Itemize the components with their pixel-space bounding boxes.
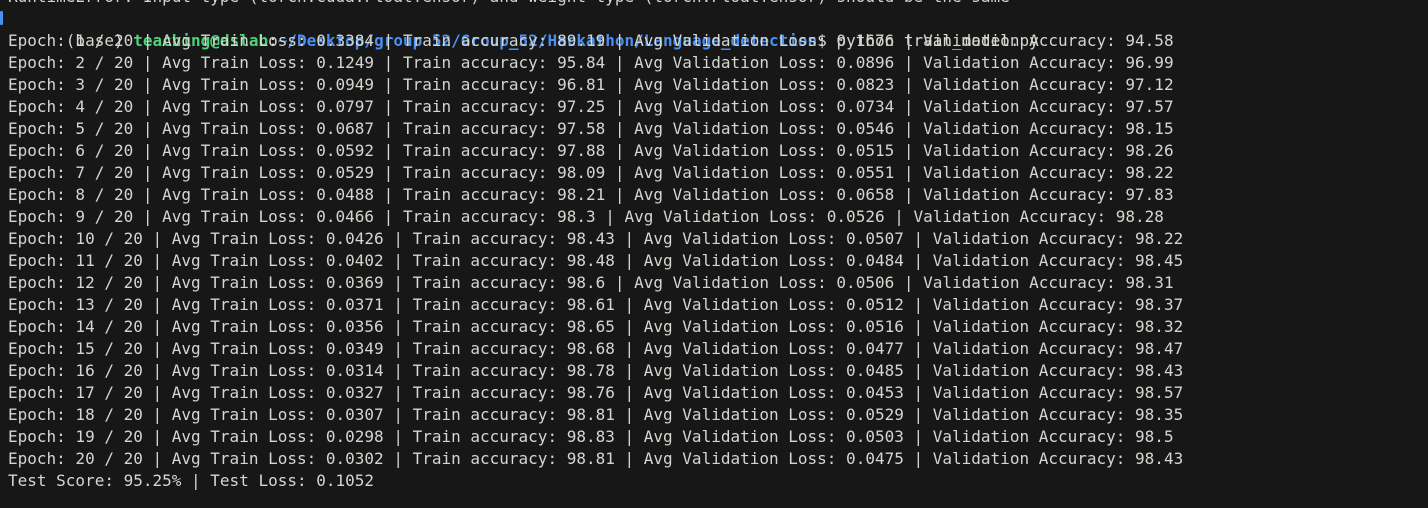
output-line-epoch-3: Epoch: 3 / 20 | Avg Train Loss: 0.0949 |… bbox=[8, 75, 1174, 94]
prompt-mark bbox=[0, 11, 3, 25]
output-line-epoch-9: Epoch: 9 / 20 | Avg Train Loss: 0.0466 |… bbox=[8, 207, 1164, 226]
output-line-epoch-15: Epoch: 15 / 20 | Avg Train Loss: 0.0349 … bbox=[8, 339, 1184, 358]
output-line-epoch-6: Epoch: 6 / 20 | Avg Train Loss: 0.0592 |… bbox=[8, 141, 1174, 160]
output-line-epoch-19: Epoch: 19 / 20 | Avg Train Loss: 0.0298 … bbox=[8, 427, 1174, 446]
output-line-epoch-12: Epoch: 12 / 20 | Avg Train Loss: 0.0369 … bbox=[8, 273, 1174, 292]
output-line-epoch-10: Epoch: 10 / 20 | Avg Train Loss: 0.0426 … bbox=[8, 229, 1184, 248]
output-line-epoch-17: Epoch: 17 / 20 | Avg Train Loss: 0.0327 … bbox=[8, 383, 1184, 402]
output-line-epoch-1: Epoch: 1 / 20 | Avg Train Loss: 0.3384 |… bbox=[8, 31, 1174, 50]
output-line-epoch-4: Epoch: 4 / 20 | Avg Train Loss: 0.0797 |… bbox=[8, 97, 1174, 116]
terminal-window[interactable]: RuntimeError: Input type (torch.cuda.Flo… bbox=[0, 0, 1428, 508]
output-line-epoch-5: Epoch: 5 / 20 | Avg Train Loss: 0.0687 |… bbox=[8, 119, 1174, 138]
command-prompt-line: (base) teaching@dslab:~/Desktop/group 52… bbox=[8, 8, 1428, 50]
output-line-epoch-8: Epoch: 8 / 20 | Avg Train Loss: 0.0488 |… bbox=[8, 185, 1174, 204]
output-line-epoch-7: Epoch: 7 / 20 | Avg Train Loss: 0.0529 |… bbox=[8, 163, 1174, 182]
output-line-epoch-16: Epoch: 16 / 20 | Avg Train Loss: 0.0314 … bbox=[8, 361, 1184, 380]
output-line-epoch-11: Epoch: 11 / 20 | Avg Train Loss: 0.0402 … bbox=[8, 251, 1184, 270]
output-line-epoch-2: Epoch: 2 / 20 | Avg Train Loss: 0.1249 |… bbox=[8, 53, 1174, 72]
output-line-epoch-13: Epoch: 13 / 20 | Avg Train Loss: 0.0371 … bbox=[8, 295, 1184, 314]
output-line-epoch-18: Epoch: 18 / 20 | Avg Train Loss: 0.0307 … bbox=[8, 405, 1184, 424]
terminal-output[interactable]: RuntimeError: Input type (torch.cuda.Flo… bbox=[8, 0, 1428, 492]
output-line-epoch-14: Epoch: 14 / 20 | Avg Train Loss: 0.0356 … bbox=[8, 317, 1184, 336]
output-line-epoch-20: Epoch: 20 / 20 | Avg Train Loss: 0.0302 … bbox=[8, 449, 1184, 468]
previous-error-line: RuntimeError: Input type (torch.cuda.Flo… bbox=[8, 0, 1428, 8]
test-result-line: Test Score: 95.25% | Test Loss: 0.1052 bbox=[8, 471, 375, 490]
